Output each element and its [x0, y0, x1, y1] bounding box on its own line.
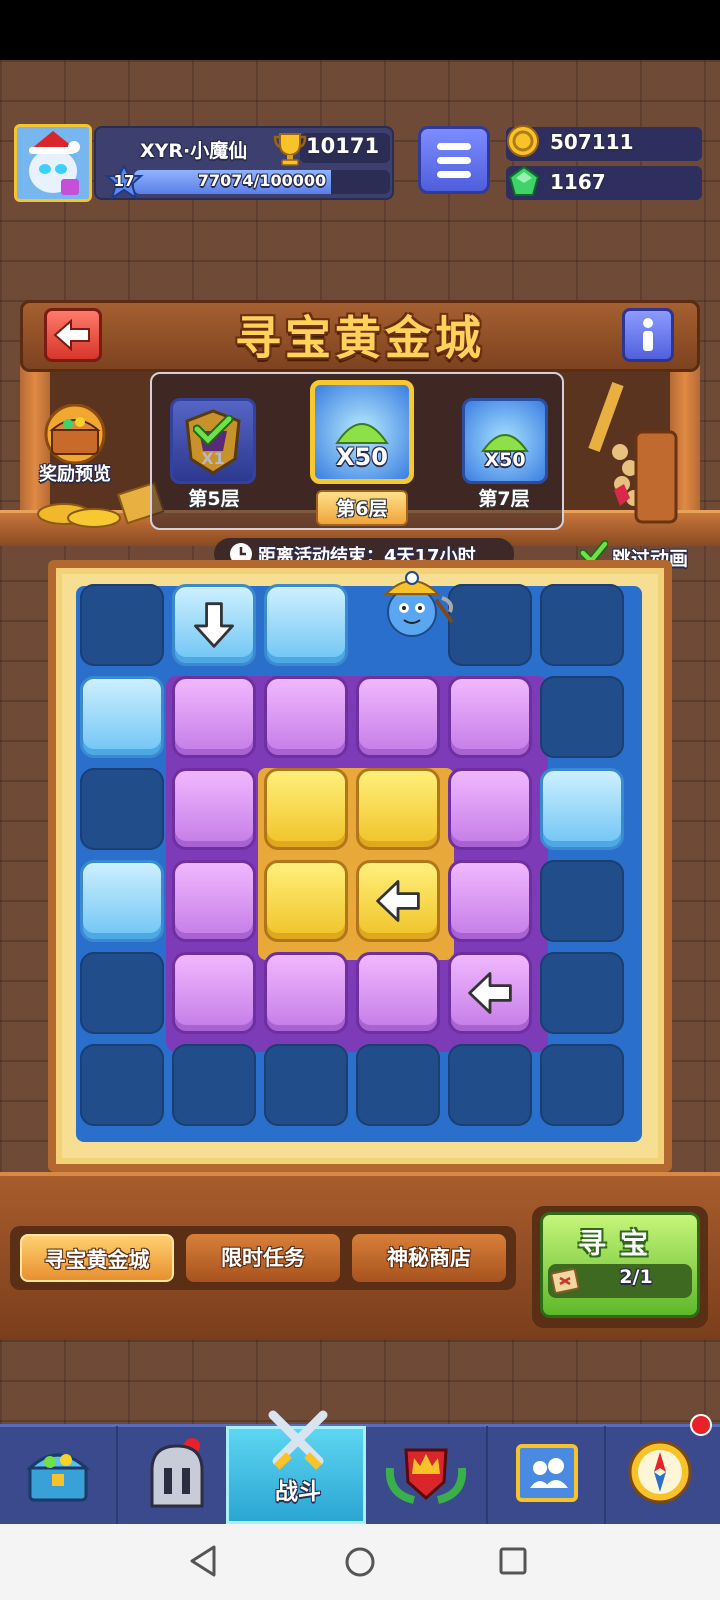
menu-icon-line [437, 157, 471, 164]
gem-icon [508, 165, 540, 196]
empty-tile [540, 1044, 624, 1126]
purple-tile[interactable] [448, 952, 532, 1034]
empty-tile [540, 676, 624, 758]
miner-character-icon [383, 571, 454, 637]
treasure-map-icon [550, 1268, 580, 1294]
checkmark-icon [193, 415, 233, 445]
floor-7-label[interactable]: 第7层 [458, 484, 550, 511]
empty-tile [540, 584, 624, 666]
empty-tile [172, 1044, 256, 1126]
menu-button[interactable] [418, 126, 490, 194]
nav-chest[interactable] [0, 1426, 118, 1524]
purple-tile[interactable] [448, 676, 532, 758]
purple-tile[interactable] [356, 676, 440, 758]
xp-text: 77074/100000 [197, 171, 327, 190]
recents-square-icon[interactable] [498, 1546, 528, 1576]
tab-mystery-shop[interactable]: 神秘商店 [352, 1234, 506, 1282]
player-level: 17 [113, 172, 135, 190]
home-circle-icon[interactable] [344, 1546, 376, 1578]
trophy-icon [273, 133, 307, 166]
nav-social[interactable] [488, 1426, 606, 1524]
trophy-count: 10171 [306, 134, 380, 158]
floor-6-label[interactable]: 第6层 [316, 494, 408, 521]
empty-tile [356, 1044, 440, 1126]
tab-treasure-city[interactable]: 寻宝黄金城 [20, 1234, 174, 1282]
purple-tile[interactable] [172, 860, 256, 942]
back-triangle-icon[interactable] [188, 1544, 218, 1578]
tab-limited-tasks[interactable]: 限时任务 [186, 1234, 340, 1282]
crown-shield-icon [385, 1448, 467, 1504]
event-title: 寻宝黄金城 [235, 311, 485, 365]
purple-tile[interactable] [448, 768, 532, 850]
back-arrow-icon [53, 318, 90, 352]
ice-tile[interactable] [80, 860, 164, 942]
coin-icon [507, 125, 539, 157]
floor-5-qty: X1 [201, 449, 225, 468]
ice-tile[interactable] [264, 584, 348, 666]
purple-tile[interactable] [264, 952, 348, 1034]
search-count: 2/1 [619, 1266, 653, 1288]
purple-tile[interactable] [264, 676, 348, 758]
chest-icon [26, 1453, 90, 1502]
info-button[interactable] [622, 308, 674, 362]
crossed-swords-icon [268, 1410, 328, 1470]
gold-pile-decoration [37, 481, 164, 528]
nav-clan[interactable] [366, 1426, 488, 1524]
empty-tile [448, 584, 532, 666]
arrow-left-icon [468, 972, 512, 1014]
empty-tile [80, 768, 164, 850]
floor-7-qty: X50 [484, 449, 526, 471]
knight-helmet-icon [150, 1438, 204, 1508]
empty-tile [540, 860, 624, 942]
coin-count: 507111 [550, 130, 634, 154]
empty-tile [264, 1044, 348, 1126]
social-group-icon [516, 1444, 578, 1502]
purple-tile[interactable] [356, 952, 440, 1034]
gold-tile[interactable] [264, 860, 348, 942]
floor-card-7[interactable]: X50 [462, 398, 548, 484]
purple-tile[interactable] [448, 860, 532, 942]
purple-tile[interactable] [172, 952, 256, 1034]
empty-tile [80, 952, 164, 1034]
ice-tile[interactable] [540, 768, 624, 850]
treasure-chest-icon[interactable] [38, 404, 112, 464]
nav-battle-label[interactable]: 战斗 [228, 1472, 368, 1506]
gold-tile[interactable] [264, 768, 348, 850]
player-avatar[interactable] [14, 124, 92, 202]
player-name: XYR·小魔仙 [140, 140, 248, 162]
gem-count: 1167 [550, 170, 606, 194]
compass-icon [628, 1440, 692, 1504]
gold-tile[interactable] [356, 768, 440, 850]
status-bar [0, 0, 720, 60]
empty-tile [448, 1044, 532, 1126]
nav-heroes[interactable] [118, 1426, 236, 1524]
floor-5-label[interactable]: 第5层 [168, 484, 260, 511]
arrow-down-icon [194, 602, 234, 648]
purple-tile[interactable] [172, 768, 256, 850]
empty-tile [80, 1044, 164, 1126]
arrow-left-icon [376, 880, 420, 922]
empty-tile [540, 952, 624, 1034]
notification-dot [690, 1414, 712, 1436]
search-button-label[interactable]: 寻宝 [540, 1222, 700, 1262]
floor-6-qty: X50 [336, 443, 388, 471]
gold-tile[interactable] [356, 860, 440, 942]
system-nav-bar [0, 1524, 720, 1600]
purple-tile[interactable] [172, 676, 256, 758]
floor-card-6[interactable]: X50 [310, 380, 414, 484]
avatar-character-icon [17, 127, 89, 199]
treasure-decoration-right [588, 382, 678, 524]
back-button[interactable] [44, 308, 102, 362]
menu-icon-line [437, 143, 471, 150]
menu-icon-line [437, 171, 471, 178]
ice-tile[interactable] [80, 676, 164, 758]
nav-explore[interactable] [606, 1426, 720, 1524]
ice-tile[interactable] [172, 584, 256, 666]
info-icon [643, 318, 653, 351]
floor-card-5[interactable]: X1 [170, 398, 256, 484]
empty-tile [80, 584, 164, 666]
